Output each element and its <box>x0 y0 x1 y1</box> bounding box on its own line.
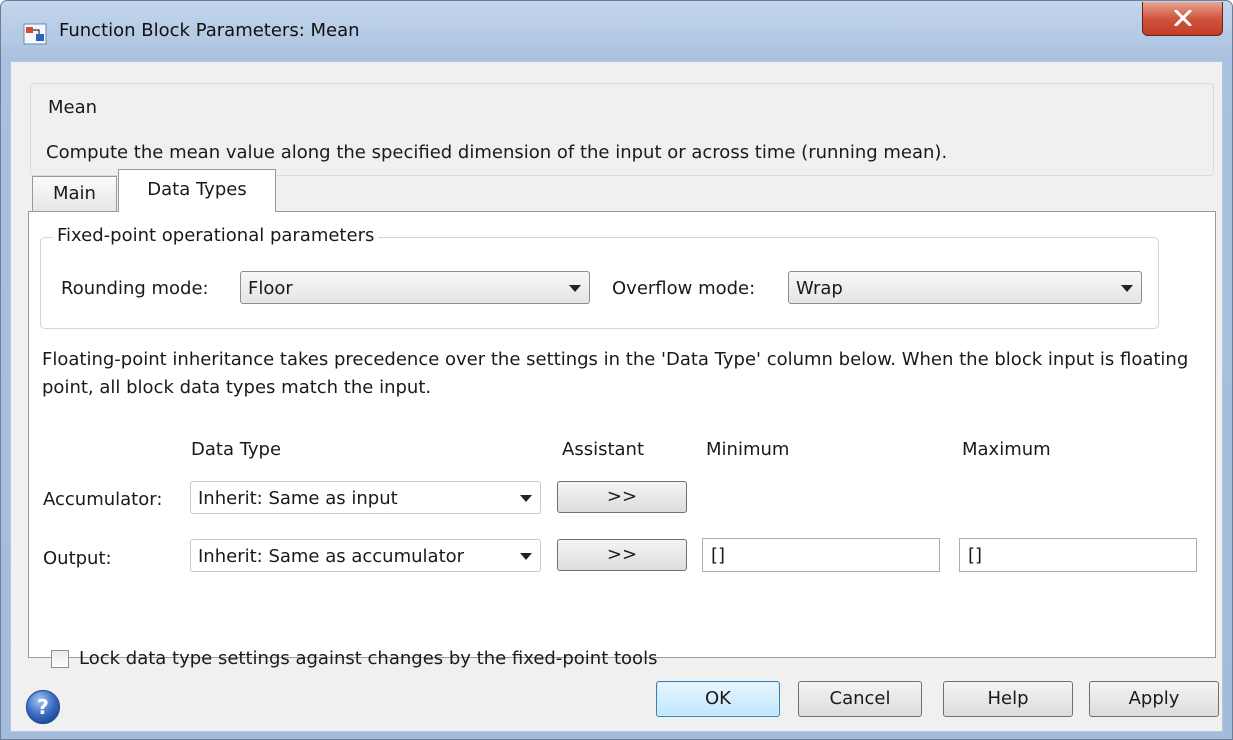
output-data-type-select[interactable]: Inherit: Same as accumulator <box>190 539 541 572</box>
chevron-down-icon <box>1121 285 1133 292</box>
simulink-app-icon <box>23 23 47 45</box>
accumulator-data-type-value: Inherit: Same as input <box>198 488 398 509</box>
accumulator-label: Accumulator: <box>43 489 163 510</box>
svg-text:?: ? <box>37 695 49 719</box>
close-icon <box>1174 10 1192 26</box>
header-minimum: Minimum <box>706 439 790 460</box>
header-maximum: Maximum <box>962 439 1051 460</box>
ok-button[interactable]: OK <box>656 681 780 717</box>
chevron-down-icon <box>520 553 532 560</box>
close-button[interactable] <box>1142 2 1223 36</box>
output-minimum-value: [] <box>711 545 726 566</box>
description-text: Compute the mean value along the specifi… <box>46 142 948 163</box>
floating-point-info-text: Floating-point inheritance takes precede… <box>42 349 1189 398</box>
overflow-mode-label: Overflow mode: <box>612 278 756 299</box>
cancel-button[interactable]: Cancel <box>798 681 922 717</box>
accumulator-data-type-select[interactable]: Inherit: Same as input <box>190 481 541 514</box>
help-icon[interactable]: ? <box>25 689 61 725</box>
output-maximum-field[interactable]: [] <box>959 538 1197 572</box>
tab-data-types-label: Data Types <box>147 179 247 200</box>
output-label: Output: <box>43 548 112 569</box>
overflow-mode-value: Wrap <box>796 278 843 299</box>
tab-main[interactable]: Main <box>32 176 117 211</box>
rounding-mode-value: Floor <box>248 278 293 299</box>
tab-main-label: Main <box>53 183 96 204</box>
description-group: Mean Compute the mean value along the sp… <box>30 83 1214 176</box>
chevron-down-icon <box>520 495 532 502</box>
dialog-window: Function Block Parameters: Mean Mean Com… <box>0 0 1233 740</box>
output-assistant-button[interactable]: >> <box>557 539 687 571</box>
window-title: Function Block Parameters: Mean <box>59 20 360 41</box>
chevron-down-icon <box>569 285 581 292</box>
output-data-type-value: Inherit: Same as accumulator <box>198 546 465 567</box>
fixed-point-group: Fixed-point operational parameters Round… <box>40 225 1159 329</box>
fixed-point-group-title: Fixed-point operational parameters <box>53 225 379 246</box>
data-types-panel: Fixed-point operational parameters Round… <box>28 211 1216 669</box>
output-minimum-field[interactable]: [] <box>702 538 940 572</box>
rounding-mode-select[interactable]: Floor <box>240 271 590 304</box>
help-button[interactable]: Help <box>943 681 1073 717</box>
rounding-mode-label: Rounding mode: <box>61 278 209 299</box>
tab-data-types[interactable]: Data Types <box>118 169 276 212</box>
title-bar[interactable]: Function Block Parameters: Mean <box>1 1 1232 61</box>
apply-button[interactable]: Apply <box>1089 681 1219 717</box>
output-maximum-value: [] <box>968 545 983 566</box>
header-data-type: Data Type <box>191 439 282 460</box>
lock-data-type-label: Lock data type settings against changes … <box>79 648 658 669</box>
overflow-mode-select[interactable]: Wrap <box>788 271 1142 304</box>
header-assistant: Assistant <box>562 439 645 460</box>
dialog-client: Mean Compute the mean value along the sp… <box>10 61 1223 732</box>
accumulator-assistant-button[interactable]: >> <box>557 481 687 513</box>
description-title: Mean <box>44 97 102 118</box>
lock-data-type-checkbox[interactable] <box>51 650 69 668</box>
